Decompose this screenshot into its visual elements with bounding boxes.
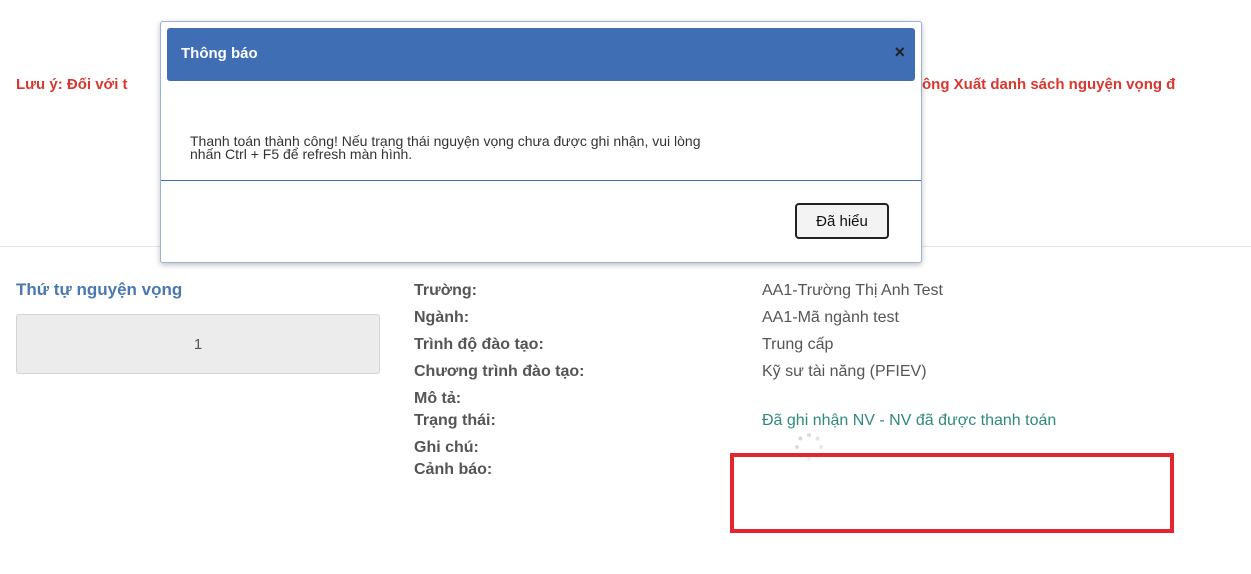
label-level: Trình độ đào tạo:	[414, 336, 544, 353]
dialog-title: Thông báo	[181, 45, 258, 62]
value-school: AA1-Trường Thị Anh Test	[762, 282, 943, 299]
page: Lưu ý: Đối với t ông Xuất danh sách nguy…	[0, 0, 1251, 574]
value-description	[762, 388, 1056, 410]
order-value-box: 1	[16, 314, 380, 374]
value-major: AA1-Mã ngành test	[762, 309, 899, 326]
label-warning: Cảnh báo:	[414, 461, 493, 478]
close-icon[interactable]: ×	[894, 43, 905, 61]
dialog-message: Thanh toán thành công! Nếu trạng thái ng…	[190, 134, 890, 162]
confirm-button[interactable]: Đã hiểu	[795, 203, 889, 239]
label-program: Chương trình đào tạo:	[414, 363, 585, 380]
label-status: Trạng thái:	[414, 412, 496, 429]
status-highlight-box	[730, 453, 1174, 533]
dialog-footer-divider	[161, 180, 921, 181]
order-value: 1	[193, 335, 203, 353]
notification-dialog: Thông báo × Thanh toán thành công! Nếu t…	[160, 21, 922, 263]
value-level: Trung cấp	[762, 336, 834, 353]
label-school: Trường:	[414, 282, 477, 299]
dialog-message-line-2: nhấn Ctrl + F5 để refresh màn hình.	[190, 146, 413, 162]
label-note: Ghi chú:	[414, 439, 479, 456]
notice-text-left: Lưu ý: Đối với t	[16, 76, 128, 93]
dialog-header: Thông báo ×	[167, 28, 915, 81]
detail-values: AA1-Trường Thị Anh Test AA1-Mã ngành tes…	[762, 280, 1056, 437]
label-major: Ngành:	[414, 309, 470, 326]
notice-text-right: ông Xuất danh sách nguyện vọng đ	[922, 76, 1176, 93]
label-description: Mô tả:	[414, 390, 462, 407]
order-title: Thứ tự nguyện vọng	[16, 280, 183, 299]
value-program: Kỹ sư tài năng (PFIEV)	[762, 363, 927, 380]
detail-labels: Trường: Ngành: Trình độ đào tạo: Chương …	[414, 280, 585, 486]
